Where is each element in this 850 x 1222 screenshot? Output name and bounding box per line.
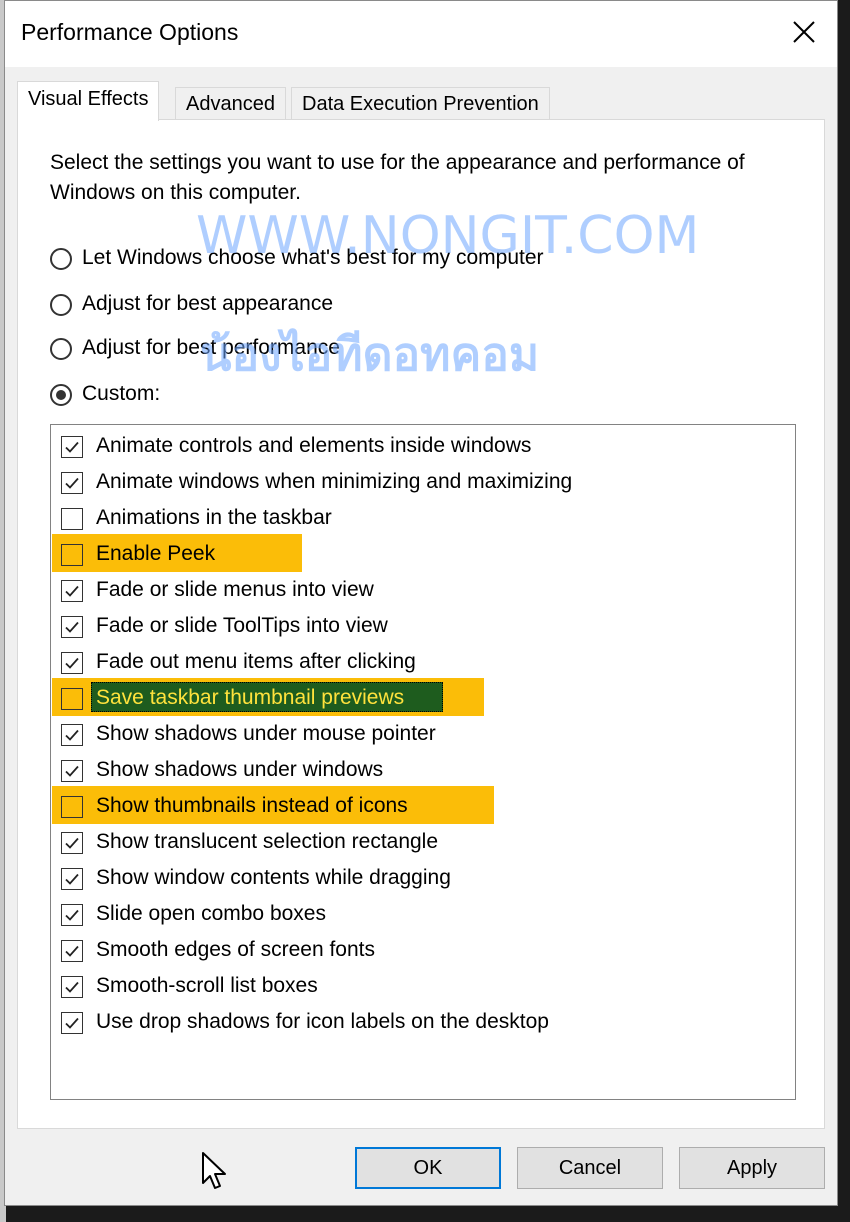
effect-checkbox[interactable]: [61, 652, 83, 674]
effect-label: Slide open combo boxes: [96, 902, 326, 925]
radio-label: Adjust for best performance: [82, 336, 340, 359]
effect-item[interactable]: Fade out menu items after clicking: [51, 645, 795, 681]
effect-item[interactable]: Animations in the taskbar: [51, 501, 795, 537]
mouse-pointer-icon: [202, 1152, 226, 1189]
visual-effects-panel: Select the settings you want to use for …: [17, 119, 825, 1129]
effect-label: Show thumbnails instead of icons: [96, 794, 408, 817]
effect-label: Smooth-scroll list boxes: [96, 974, 318, 997]
effect-label: Smooth edges of screen fonts: [96, 938, 375, 961]
checkmark-icon: [65, 873, 79, 885]
radio-label: Adjust for best appearance: [82, 292, 333, 315]
visual-effects-list[interactable]: Animate controls and elements inside win…: [50, 424, 796, 1100]
effect-checkbox[interactable]: [61, 436, 83, 458]
ok-button[interactable]: OK: [355, 1147, 501, 1189]
effect-label: Show window contents while dragging: [96, 866, 451, 889]
effect-item[interactable]: Slide open combo boxes: [51, 897, 795, 933]
effect-label: Animate controls and elements inside win…: [96, 434, 532, 457]
description-text: Select the settings you want to use for …: [50, 151, 745, 204]
performance-options-dialog: Performance Options Visual Effects Advan…: [4, 0, 838, 1206]
effect-label: Show shadows under mouse pointer: [96, 722, 436, 745]
effect-label: Save taskbar thumbnail previews: [96, 686, 405, 709]
effect-checkbox[interactable]: [61, 760, 83, 782]
checkmark-icon: [65, 909, 79, 921]
effect-label: Fade or slide ToolTips into view: [96, 614, 388, 637]
effect-checkbox[interactable]: [61, 724, 83, 746]
effect-item[interactable]: Smooth edges of screen fonts: [51, 933, 795, 969]
effect-item[interactable]: Fade or slide ToolTips into view: [51, 609, 795, 645]
effect-item[interactable]: Fade or slide menus into view: [51, 573, 795, 609]
effect-item[interactable]: Animate windows when minimizing and maxi…: [51, 465, 795, 501]
effect-label: Fade or slide menus into view: [96, 578, 374, 601]
radio-button[interactable]: [50, 384, 72, 406]
checkmark-icon: [65, 1017, 79, 1029]
radio-button[interactable]: [50, 248, 72, 270]
effect-checkbox[interactable]: [61, 472, 83, 494]
radio-button[interactable]: [50, 338, 72, 360]
effect-checkbox[interactable]: [61, 616, 83, 638]
radio-label: Let Windows choose what's best for my co…: [82, 246, 544, 269]
tab-data-execution-prevention[interactable]: Data Execution Prevention: [291, 87, 550, 119]
checkmark-icon: [65, 765, 79, 777]
checkmark-icon: [65, 945, 79, 957]
effect-label: Animations in the taskbar: [96, 506, 332, 529]
effect-label: Show translucent selection rectangle: [96, 830, 439, 853]
tab-advanced[interactable]: Advanced: [175, 87, 286, 119]
effect-item[interactable]: Save taskbar thumbnail previews: [51, 678, 795, 717]
effect-checkbox[interactable]: [61, 544, 83, 566]
radio-label: Custom:: [82, 382, 161, 405]
effect-item[interactable]: Use drop shadows for icon labels on the …: [51, 1005, 795, 1041]
effect-label: Use drop shadows for icon labels on the …: [96, 1010, 549, 1033]
effect-item[interactable]: Smooth-scroll list boxes: [51, 969, 795, 1005]
effect-item[interactable]: Show shadows under mouse pointer: [51, 717, 795, 753]
effect-item[interactable]: Enable Peek: [51, 534, 795, 573]
effect-checkbox[interactable]: [61, 508, 83, 530]
effect-checkbox[interactable]: [61, 976, 83, 998]
effect-checkbox[interactable]: [61, 904, 83, 926]
apply-button[interactable]: Apply: [679, 1147, 825, 1189]
effect-item[interactable]: Show translucent selection rectangle: [51, 825, 795, 861]
effect-checkbox[interactable]: [61, 580, 83, 602]
effect-checkbox[interactable]: [61, 1012, 83, 1034]
effect-checkbox[interactable]: [61, 940, 83, 962]
effect-item[interactable]: Show thumbnails instead of icons: [51, 786, 795, 825]
effect-label: Enable Peek: [96, 542, 216, 565]
close-icon: [793, 21, 815, 43]
effect-checkbox[interactable]: [61, 868, 83, 890]
title-bar[interactable]: Performance Options: [5, 1, 837, 67]
effect-checkbox[interactable]: [61, 796, 83, 818]
effect-checkbox[interactable]: [61, 688, 83, 710]
window-title: Performance Options: [21, 19, 239, 45]
effect-item[interactable]: Show window contents while dragging: [51, 861, 795, 897]
checkmark-icon: [65, 585, 79, 597]
tab-visual-effects[interactable]: Visual Effects: [17, 81, 160, 121]
checkmark-icon: [65, 657, 79, 669]
checkmark-icon: [65, 981, 79, 993]
effect-item[interactable]: Animate controls and elements inside win…: [51, 429, 795, 465]
effect-label: Animate windows when minimizing and maxi…: [96, 470, 573, 493]
close-button[interactable]: [779, 7, 829, 57]
cancel-button[interactable]: Cancel: [517, 1147, 663, 1189]
effect-item[interactable]: Show shadows under windows: [51, 753, 795, 789]
checkmark-icon: [65, 837, 79, 849]
radio-button[interactable]: [50, 294, 72, 316]
effect-label: Show shadows under windows: [96, 758, 384, 781]
checkmark-icon: [65, 621, 79, 633]
checkmark-icon: [65, 477, 79, 489]
effect-checkbox[interactable]: [61, 832, 83, 854]
checkmark-icon: [65, 729, 79, 741]
checkmark-icon: [65, 441, 79, 453]
effect-label: Fade out menu items after clicking: [96, 650, 416, 673]
